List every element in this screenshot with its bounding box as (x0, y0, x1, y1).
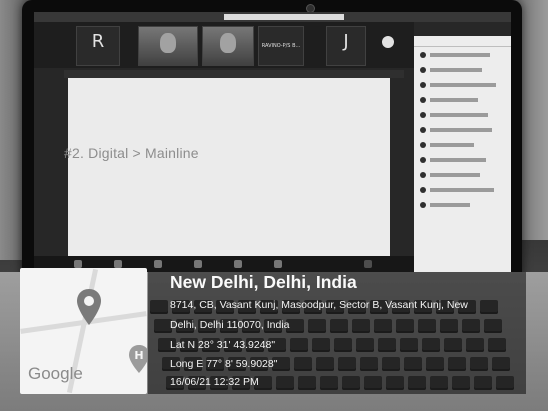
map-provider-logo: Google (28, 364, 83, 383)
video-icon (114, 260, 122, 268)
list-item (418, 65, 507, 77)
datetime-value: 16/06/21 12:32 PM (170, 376, 259, 388)
list-item (418, 50, 507, 62)
location-pin-icon (77, 289, 101, 325)
list-item (418, 170, 507, 182)
participant-tile: R (76, 26, 120, 66)
latitude-value: Lat N 28° 31' 43.9248" (170, 339, 276, 351)
laptop-screen: R RAVINO-P/S B... J (34, 12, 511, 272)
participant-face (220, 33, 236, 53)
list-item (418, 200, 507, 212)
address-line-1: 8714, CB, Vasant Kunj, Masoodpur, Sector… (170, 299, 468, 311)
list-item (418, 95, 507, 107)
chat-side-panel (414, 36, 511, 272)
window-title-strip (34, 12, 511, 22)
participant-tile: RAVINO-P/S B... (258, 26, 304, 66)
mic-icon (74, 260, 82, 268)
participant-initial: J (343, 31, 349, 52)
participants-icon (154, 260, 162, 268)
participant-video-tile (202, 26, 254, 66)
map-thumbnail: H Google (20, 268, 147, 394)
longitude-value: Long E 77° 8' 59.9028" (170, 358, 278, 370)
participant-strip: R RAVINO-P/S B... J (34, 22, 414, 68)
chat-icon (194, 260, 202, 268)
panel-header (414, 36, 511, 47)
participant-name: RAVINO-P/S B... (261, 43, 301, 49)
participant-initial: R (91, 31, 105, 52)
list-item (418, 80, 507, 92)
end-call-icon (364, 260, 372, 268)
participant-tile: J (326, 26, 366, 66)
list-item (418, 155, 507, 167)
share-screen-icon (234, 260, 242, 268)
participant-video-tile (138, 26, 198, 66)
window-title-tab (224, 14, 344, 20)
record-icon (274, 260, 282, 268)
list-item (418, 110, 507, 122)
share-toolbar (64, 70, 404, 78)
more-icon (382, 36, 394, 48)
address-line-2: Delhi, Delhi 110070, India (170, 319, 290, 331)
list-item (418, 185, 507, 197)
shared-slide (68, 78, 390, 256)
svg-text:H: H (134, 349, 143, 362)
slide-heading: #2. Digital > Mainline (64, 145, 199, 161)
photo-scene: R RAVINO-P/S B... J #2. Digital > Mainli… (0, 0, 548, 411)
hospital-marker-icon: H (129, 345, 147, 373)
participant-face (160, 33, 176, 53)
list-item (418, 125, 507, 137)
location-title: New Delhi, Delhi, India (170, 272, 357, 292)
list-item (418, 140, 507, 152)
